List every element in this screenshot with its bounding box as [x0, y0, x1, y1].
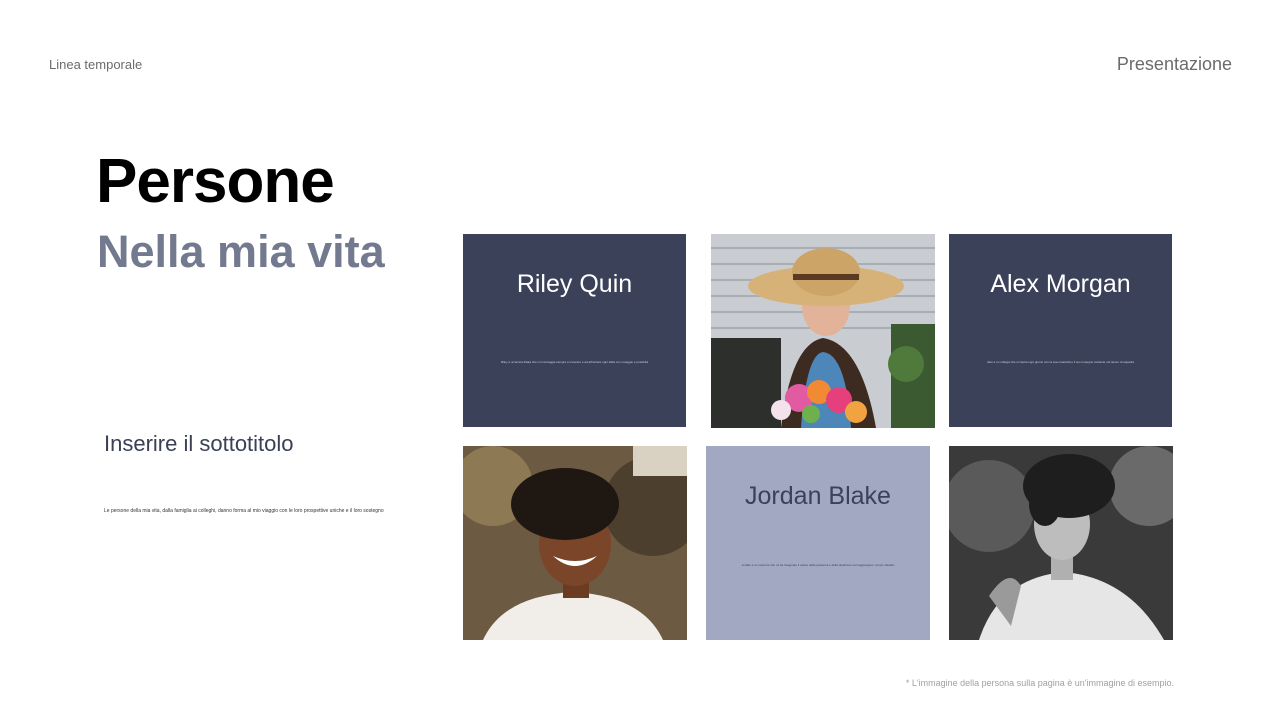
person-photo-curly-man [949, 446, 1173, 640]
page-subtitle: Nella mia vita [97, 226, 385, 277]
nav-timeline-link[interactable]: Linea temporale [49, 57, 142, 72]
person-card-alex: Alex Morgan Alex è un collega che mi isp… [949, 234, 1172, 427]
person-photo-woman-flowers [711, 234, 935, 428]
person-card-riley: Riley Quin Riley è un'amica fidata che m… [463, 234, 686, 427]
person-description: Jordan è un mentore che mi ha insegnato … [741, 563, 895, 567]
person-card-jordan: Jordan Blake Jordan è un mentore che mi … [706, 446, 930, 640]
person-description: Riley è un'amica fidata che mi incoraggi… [500, 360, 649, 364]
person-name: Riley Quin [516, 270, 633, 298]
person-name: Jordan Blake [745, 482, 891, 510]
section-subtitle: Inserire il sottotitolo [104, 431, 294, 456]
person-photo-smiling-man [463, 446, 687, 640]
person-name: Alex Morgan [990, 270, 1131, 298]
section-description: Le persone della mia vita, dalla famigli… [104, 508, 384, 514]
person-description: Alex è un collega che mi ispira ogni gio… [986, 360, 1135, 364]
footnote: * L'immagine della persona sulla pagina … [905, 678, 1174, 688]
nav-presentation-link[interactable]: Presentazione [1117, 54, 1232, 75]
page-title: Persone [96, 147, 335, 216]
